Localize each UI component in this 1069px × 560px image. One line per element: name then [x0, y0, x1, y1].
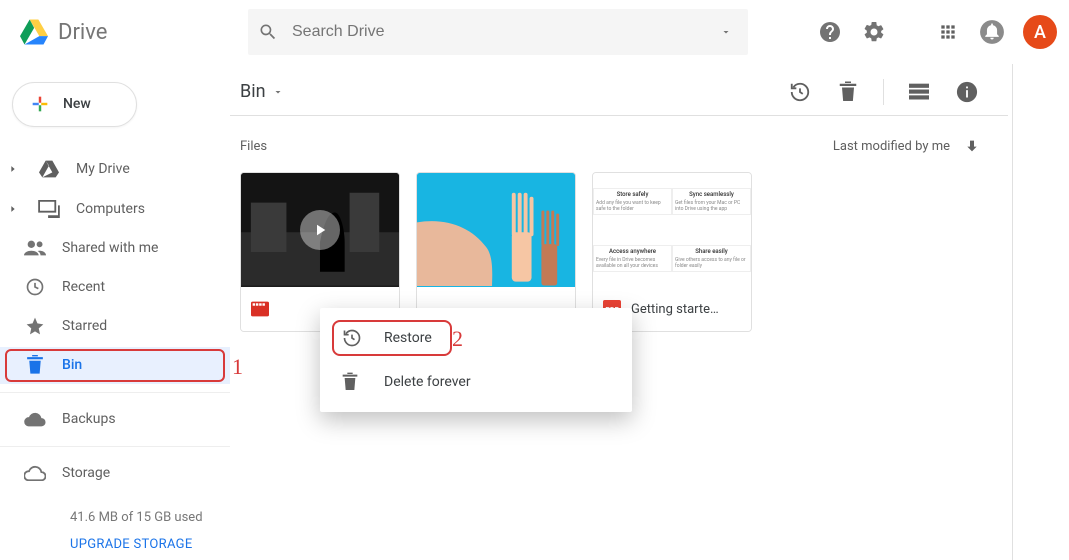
delete-forever-icon [342, 372, 362, 392]
sidebar-item-recent[interactable]: Recent [0, 268, 230, 305]
tutorial-step-number: 2 [452, 326, 463, 352]
notifications-bell-icon[interactable] [979, 19, 1005, 45]
sidebar-item-computers[interactable]: Computers [0, 190, 230, 227]
toolbar: Bin [230, 68, 1008, 116]
avatar-letter: A [1034, 22, 1046, 43]
storage-details: 41.6 MB of 15 GB used UPGRADE STORAGE [0, 494, 230, 560]
sidebar: New My Drive Computers Shared with me Re… [0, 64, 230, 560]
section-title: Files [240, 139, 267, 154]
product-name: Drive [58, 20, 107, 45]
sort-control[interactable]: Last modified by me [833, 138, 980, 154]
sidebar-item-label: Computers [76, 201, 145, 217]
upgrade-storage-link[interactable]: UPGRADE STORAGE [70, 537, 206, 552]
header-actions: A [817, 15, 1057, 49]
section-header: Files Last modified by me [230, 116, 1008, 172]
app-header: Drive A [0, 0, 1069, 64]
context-menu-restore[interactable]: Restore [320, 316, 632, 360]
star-icon [24, 316, 46, 336]
storage-label: Storage [62, 465, 110, 481]
context-menu-label: Restore [384, 330, 432, 346]
list-view-icon[interactable] [906, 79, 932, 105]
sidebar-item-shared[interactable]: Shared with me [0, 229, 230, 266]
backups-cloud-icon [24, 411, 46, 427]
settings-gear-icon[interactable] [861, 19, 887, 45]
plus-icon [29, 93, 51, 115]
file-name: Getting starte… [631, 302, 719, 317]
apps-grid-icon[interactable] [935, 19, 961, 45]
tutorial-step-number: 1 [232, 354, 243, 380]
file-thumbnail [417, 173, 575, 287]
sidebar-item-label: My Drive [76, 161, 130, 177]
search-input[interactable] [292, 23, 706, 41]
account-avatar[interactable]: A [1023, 15, 1057, 49]
sort-direction-icon [964, 138, 980, 154]
file-thumbnail: Store safelyAdd any file you want to kee… [593, 173, 751, 287]
breadcrumb-caret-icon [272, 86, 284, 98]
restore-icon [342, 328, 362, 348]
breadcrumb-current: Bin [240, 81, 266, 102]
computers-icon [38, 200, 60, 218]
sidebar-item-label: Shared with me [62, 240, 158, 256]
new-button-label: New [63, 96, 91, 112]
drive-logo-icon [20, 19, 48, 45]
info-details-icon[interactable] [954, 79, 980, 105]
search-icon [258, 22, 278, 42]
my-drive-icon [38, 160, 60, 178]
search-options-caret-icon[interactable] [720, 26, 738, 38]
restore-history-icon[interactable] [787, 79, 813, 105]
help-icon[interactable] [817, 19, 843, 45]
sidebar-item-label: Backups [62, 411, 116, 427]
sidebar-item-starred[interactable]: Starred [0, 307, 230, 344]
sidebar-item-storage[interactable]: Storage [0, 455, 230, 492]
play-overlay-icon [300, 210, 340, 250]
expand-caret-icon[interactable] [8, 164, 22, 174]
right-rail [1013, 64, 1069, 560]
search-bar[interactable] [248, 9, 748, 55]
storage-usage-text: 41.6 MB of 15 GB used [70, 510, 206, 525]
sidebar-item-label: Bin [62, 357, 82, 373]
new-button[interactable]: New [12, 82, 137, 127]
context-menu: Restore Delete forever [320, 308, 632, 412]
sidebar-item-backups[interactable]: Backups [0, 401, 230, 438]
shared-icon [24, 240, 46, 256]
recent-clock-icon [24, 277, 46, 297]
product-logo[interactable]: Drive [20, 19, 240, 45]
bin-trash-icon [24, 355, 46, 375]
context-menu-label: Delete forever [384, 374, 471, 390]
sidebar-item-bin[interactable]: Bin [0, 347, 230, 384]
file-thumbnail [241, 173, 399, 287]
sidebar-item-label: Recent [62, 279, 105, 295]
sidebar-item-my-drive[interactable]: My Drive [0, 151, 230, 188]
delete-icon[interactable] [835, 79, 861, 105]
sidebar-item-label: Starred [62, 318, 107, 334]
expand-caret-icon[interactable] [8, 204, 22, 214]
breadcrumb[interactable]: Bin [230, 81, 284, 102]
video-file-icon [251, 300, 269, 318]
context-menu-delete-forever[interactable]: Delete forever [320, 360, 632, 404]
storage-cloud-icon [24, 465, 46, 481]
sort-label: Last modified by me [833, 139, 950, 154]
